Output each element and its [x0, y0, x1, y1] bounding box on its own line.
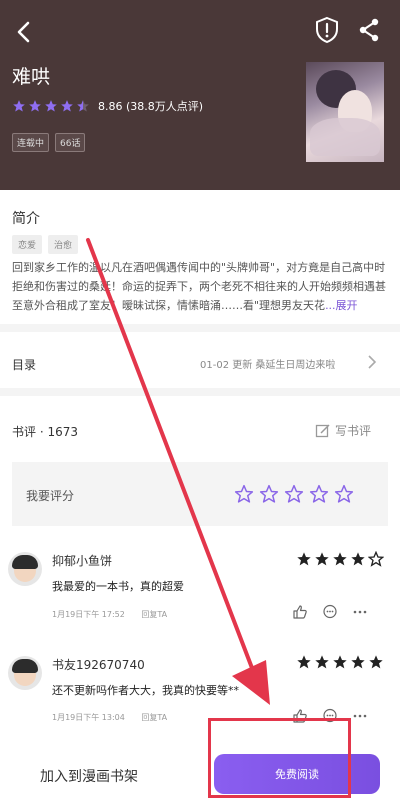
avatar[interactable] [8, 552, 42, 586]
comment-icon[interactable] [322, 604, 338, 620]
review-meta: 1月19日下午 17:52 回复TA [52, 609, 181, 620]
rate-star-icon[interactable] [284, 484, 304, 504]
genre-tags: 恋爱 治愈 [12, 235, 79, 254]
star-icon [29, 100, 41, 112]
star-icon [297, 655, 311, 669]
star-icon [45, 100, 57, 112]
star-icon [315, 655, 329, 669]
review-actions [292, 708, 368, 724]
synopsis-text: 回到家乡工作的温以凡在酒吧偶遇传闻中的"头牌帅哥"，对方竟是自己高中时 拒绝和伤… [12, 258, 388, 315]
rate-star-icon[interactable] [309, 484, 329, 504]
rate-label: 我要评分 [26, 489, 75, 503]
review-text: 我最爱的一本书，真的超爱 [52, 580, 184, 593]
divider [0, 324, 400, 332]
genre-tag[interactable]: 治愈 [48, 235, 79, 254]
review-username[interactable]: 书友192670740 [52, 656, 145, 673]
more-icon[interactable] [352, 708, 368, 724]
half-star-icon [77, 100, 89, 112]
more-icon[interactable] [352, 604, 368, 620]
synopsis-line: 拒绝和伤害过的桑延！命运的捉弄下，两个老死不相往来的人开始频频相遇甚 [12, 280, 386, 293]
rate-star-icon[interactable] [259, 484, 279, 504]
star-icon [333, 655, 347, 669]
star-icon [369, 655, 383, 669]
review-text: 还不更新吗作者大大，我真的快要等** [52, 684, 239, 697]
review-actions [292, 604, 368, 620]
star-icon [351, 552, 365, 566]
rate-star-icon[interactable] [234, 484, 254, 504]
empty-star-icon [368, 551, 384, 567]
review-time: 1月19日下午 17:52 [52, 610, 125, 619]
review-meta: 1月19日下午 13:04 回复TA [52, 712, 181, 723]
star-icon [297, 552, 311, 566]
episode-count-tag: 66话 [55, 133, 86, 152]
rate-star-icon[interactable] [334, 484, 354, 504]
synopsis-line: 至意外合租成了室友！暧昧试探，情愫暗涌……看"理想男友天花...展开 [12, 299, 358, 312]
rating-text: 8.86 (38.8万人点评) [98, 100, 204, 113]
toc-label: 目录 [12, 358, 37, 372]
review-time: 1月19日下午 13:04 [52, 713, 125, 722]
star-icon [333, 552, 347, 566]
report-shield-icon[interactable] [314, 16, 340, 44]
star-icon [351, 655, 365, 669]
reviews-title: 书评 · 1673 [12, 425, 78, 439]
reply-link[interactable]: 回复TA [141, 610, 167, 619]
review-stars [296, 654, 384, 670]
review-username[interactable]: 抑郁小鱼饼 [52, 552, 112, 569]
synopsis-line: 回到家乡工作的温以凡在酒吧偶遇传闻中的"头牌帅哥"，对方竟是自己高中时 [12, 261, 386, 274]
star-icon [13, 100, 25, 112]
write-review-button[interactable]: 写书评 [315, 422, 371, 439]
expand-link[interactable]: ...展开 [325, 299, 358, 312]
book-title: 难哄 [12, 66, 51, 88]
status-tags: 连载中 66话 [12, 133, 86, 152]
toc-update-text: 01-02 更新 桑延生日周边来啦 [200, 360, 336, 371]
share-icon[interactable] [357, 17, 381, 43]
free-read-button[interactable]: 免费阅读 [214, 754, 380, 794]
divider [0, 388, 400, 396]
reply-link[interactable]: 回复TA [141, 713, 167, 722]
star-icon [61, 100, 73, 112]
write-review-label: 写书评 [335, 424, 372, 438]
star-icon [315, 552, 329, 566]
rate-stars[interactable] [234, 484, 354, 504]
review-stars [296, 551, 384, 567]
bottom-bar: 加入到漫画书架 免费阅读 [0, 728, 400, 808]
back-icon[interactable] [12, 18, 36, 46]
book-header: 难哄 8.86 (38.8万人点评) 连载中 66话 [0, 0, 400, 190]
rate-box: 我要评分 [12, 462, 388, 526]
rating-row: 8.86 (38.8万人点评) [12, 98, 203, 114]
book-cover-image[interactable] [306, 62, 384, 162]
comment-icon[interactable] [322, 708, 338, 724]
like-icon[interactable] [292, 604, 308, 620]
genre-tag[interactable]: 恋爱 [12, 235, 43, 254]
chevron-right-icon [368, 355, 377, 369]
edit-icon [315, 423, 330, 437]
add-to-shelf-button[interactable]: 加入到漫画书架 [40, 766, 138, 786]
like-icon[interactable] [292, 708, 308, 724]
synopsis-title: 简介 [12, 211, 40, 227]
status-tag: 连载中 [12, 133, 50, 152]
avatar[interactable] [8, 656, 42, 690]
